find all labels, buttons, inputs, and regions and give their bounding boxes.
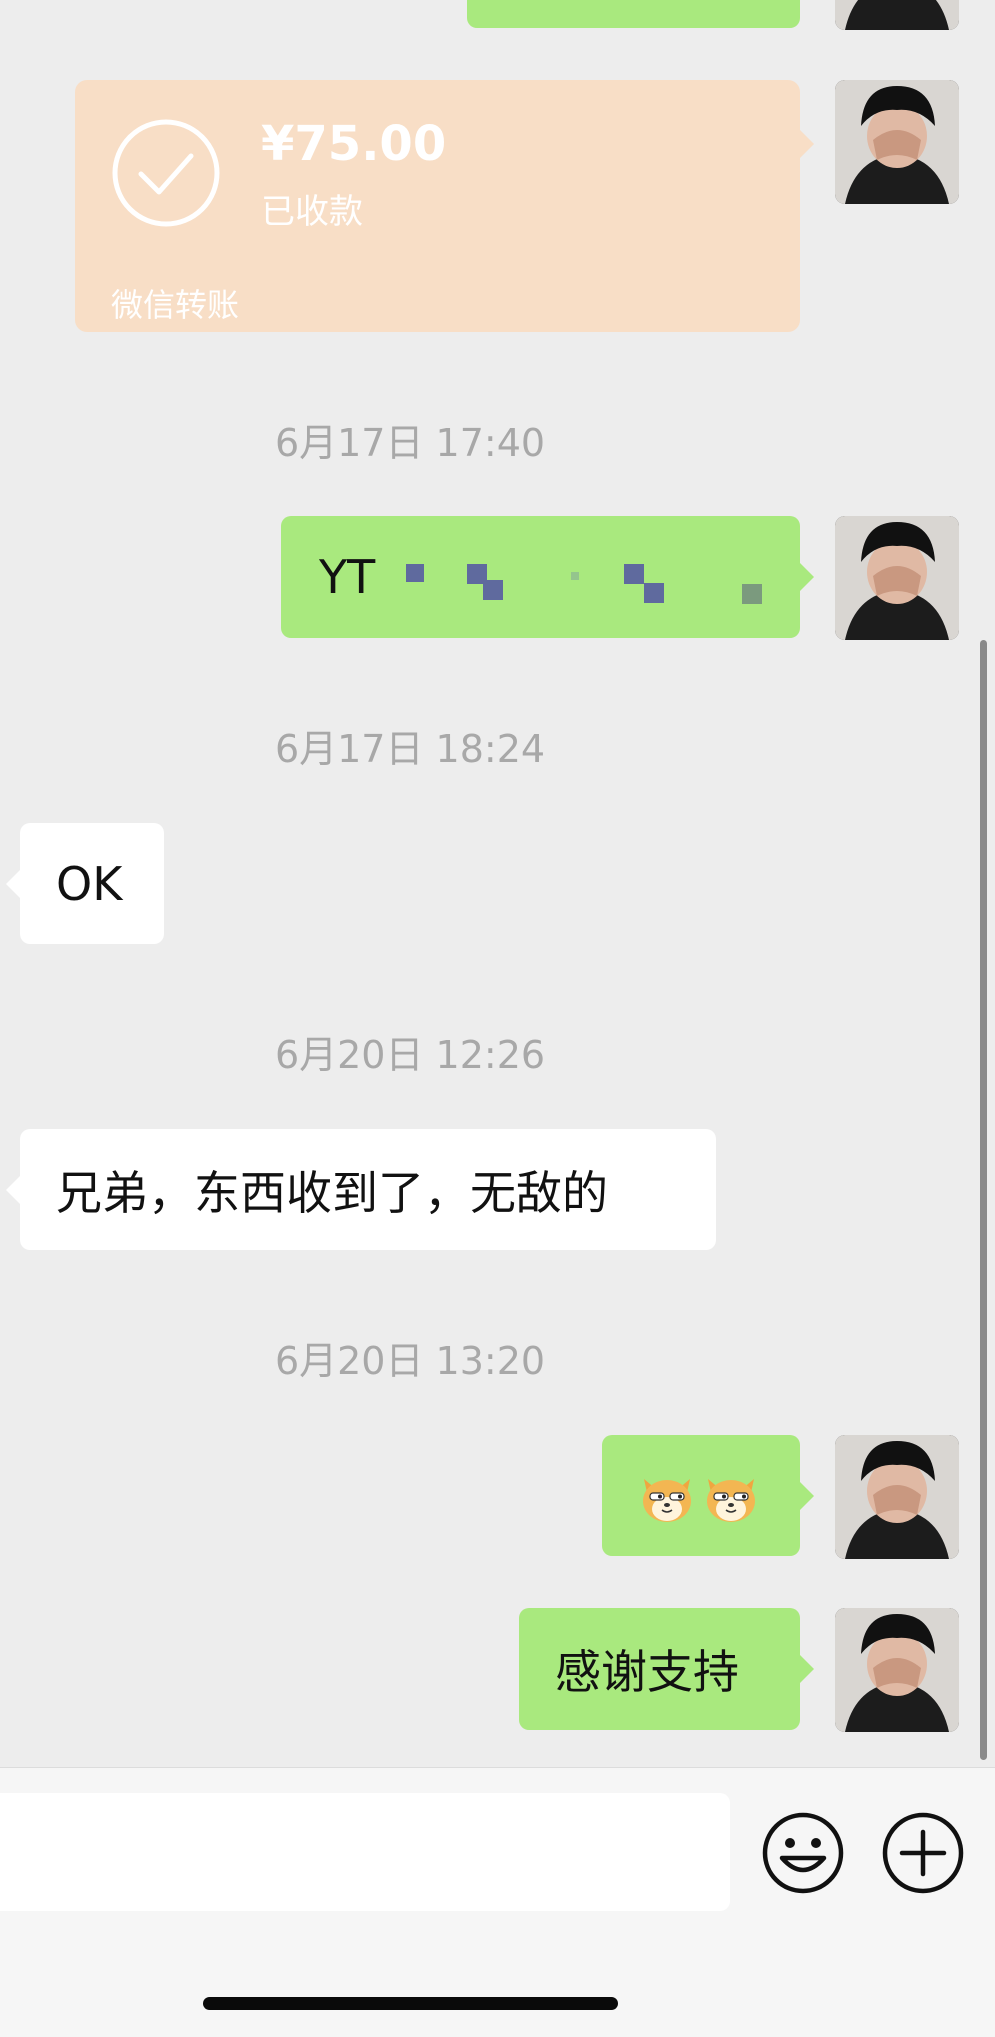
input-bar <box>0 1767 995 2037</box>
transfer-card[interactable]: ¥75.00 已收款 微信转账 <box>75 80 814 332</box>
home-indicator <box>203 1997 618 2010</box>
avatar[interactable] <box>835 516 959 640</box>
timestamp: 6月20日 12:26 <box>274 1033 546 1077</box>
message-list[interactable]: ¥75.00 已收款 微信转账 6月17日 17:40 YT 6月17日 18:… <box>0 0 995 1767</box>
timestamp: 6月17日 18:24 <box>274 727 546 771</box>
message-text: 兄弟，东西收到了，无敌的 <box>56 1165 608 1220</box>
chat-screen: ¥75.00 已收款 微信转账 6月17日 17:40 YT 6月17日 18:… <box>0 0 995 2037</box>
message-text: OK <box>56 856 123 911</box>
avatar[interactable] <box>835 0 959 30</box>
message-bubble-partial[interactable] <box>467 0 800 28</box>
timestamp: 6月20日 13:20 <box>274 1339 546 1383</box>
transfer-footer: 微信转账 <box>111 286 240 324</box>
message-bubble-incoming[interactable]: OK <box>6 823 164 944</box>
message-text: 感谢支持 <box>555 1645 739 1699</box>
plus-circle-icon[interactable] <box>880 1810 966 1896</box>
scrollbar[interactable] <box>980 640 987 1760</box>
message-bubble-incoming[interactable]: 兄弟，东西收到了，无敌的 <box>6 1129 716 1250</box>
redaction-mosaic <box>281 516 800 638</box>
checkmark-circle-icon <box>112 119 220 227</box>
message-input[interactable] <box>0 1793 730 1911</box>
transfer-status: 已收款 <box>261 192 363 232</box>
avatar[interactable] <box>835 1608 959 1732</box>
avatar[interactable] <box>835 80 959 204</box>
shiba-dog-emoji-icon <box>643 1478 691 1522</box>
avatar[interactable] <box>835 1435 959 1559</box>
transfer-amount: ¥75.00 <box>261 116 447 172</box>
shiba-dog-emoji-icon <box>707 1478 755 1522</box>
message-bubble-outgoing[interactable] <box>602 1435 814 1556</box>
timestamp: 6月17日 17:40 <box>274 421 546 465</box>
message-bubble-outgoing[interactable]: YT <box>281 516 814 638</box>
message-bubble-outgoing[interactable]: 感谢支持 <box>519 1608 814 1730</box>
emoji-face-icon[interactable] <box>760 1810 846 1896</box>
